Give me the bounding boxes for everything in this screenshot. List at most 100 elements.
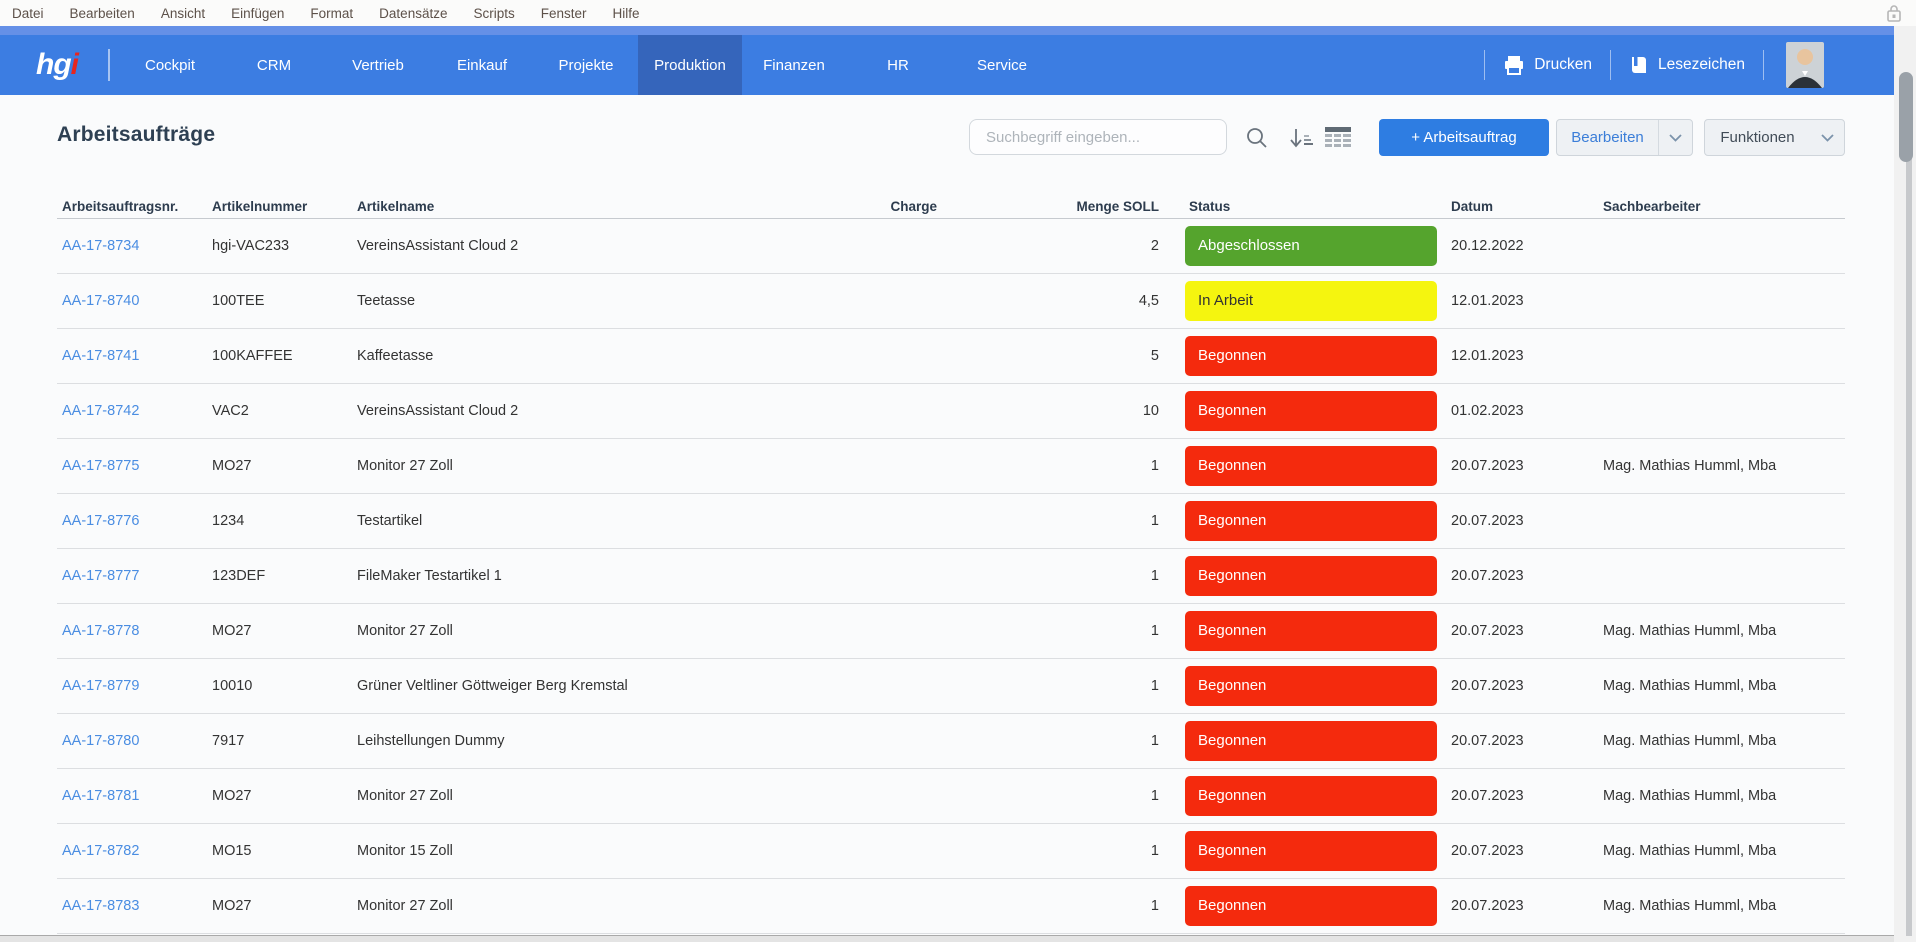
table-row[interactable]: AA-17-87807917Leihstellungen Dummy1Begon…	[57, 714, 1845, 769]
table-row[interactable]: AA-17-8742VAC2VereinsAssistant Cloud 210…	[57, 384, 1845, 439]
menu-item-fenster[interactable]: Fenster	[541, 6, 587, 21]
column-header-5[interactable]: Menge SOLL	[942, 199, 1164, 214]
order-number-link[interactable]: AA-17-8734	[62, 238, 139, 254]
status-badge[interactable]: Begonnen	[1185, 776, 1437, 816]
artikelname-cell: VereinsAssistant Cloud 2	[352, 238, 762, 254]
tab-crm[interactable]: CRM	[222, 35, 326, 95]
status-badge[interactable]: In Arbeit	[1185, 281, 1437, 321]
artikelnummer-cell: MO27	[207, 458, 352, 474]
table-row[interactable]: AA-17-8777123DEFFileMaker Testartikel 11…	[57, 549, 1845, 604]
order-number-link[interactable]: AA-17-8777	[62, 568, 139, 584]
order-number-link[interactable]: AA-17-8783	[62, 898, 139, 914]
datum-cell: 20.07.2023	[1444, 568, 1594, 584]
tab-produktion[interactable]: Produktion	[638, 35, 742, 95]
main-navbar: hgi CockpitCRMVertriebEinkaufProjektePro…	[0, 35, 1894, 95]
menge-soll-cell: 1	[942, 733, 1164, 749]
column-header-4[interactable]: Charge	[762, 199, 942, 214]
bookmark-icon	[1629, 55, 1649, 75]
table-row[interactable]: AA-17-8741100KAFFEEKaffeetasse5Begonnen1…	[57, 329, 1845, 384]
edit-dropdown-toggle[interactable]	[1658, 120, 1692, 155]
table-row[interactable]: AA-17-8783MO27Monitor 27 Zoll1Begonnen20…	[57, 879, 1845, 934]
tab-cockpit[interactable]: Cockpit	[118, 35, 222, 95]
lock-icon	[1886, 4, 1902, 22]
user-avatar[interactable]	[1786, 42, 1824, 88]
add-arbeitsauftrag-button[interactable]: + Arbeitsauftrag	[1379, 119, 1549, 156]
menu-item-ansicht[interactable]: Ansicht	[161, 6, 205, 21]
artikelname-cell: Monitor 27 Zoll	[352, 623, 762, 639]
column-header-3[interactable]: Artikelname	[352, 199, 762, 214]
order-number-link[interactable]: AA-17-8779	[62, 678, 139, 694]
status-badge[interactable]: Begonnen	[1185, 336, 1437, 376]
status-badge[interactable]: Begonnen	[1185, 611, 1437, 651]
order-number-link[interactable]: AA-17-8781	[62, 788, 139, 804]
tab-vertrieb[interactable]: Vertrieb	[326, 35, 430, 95]
status-badge[interactable]: Begonnen	[1185, 391, 1437, 431]
artikelnummer-cell: VAC2	[207, 403, 352, 419]
order-number-link[interactable]: AA-17-8778	[62, 623, 139, 639]
bookmark-button[interactable]: Lesezeichen	[1611, 55, 1763, 75]
search-input[interactable]	[969, 119, 1227, 155]
menu-item-scripts[interactable]: Scripts	[473, 6, 514, 21]
search-icon[interactable]	[1245, 126, 1269, 150]
order-number-cell: AA-17-8778	[57, 623, 207, 639]
order-number-link[interactable]: AA-17-8742	[62, 403, 139, 419]
status-badge[interactable]: Begonnen	[1185, 886, 1437, 926]
artikelname-cell: VereinsAssistant Cloud 2	[352, 403, 762, 419]
functions-button[interactable]: Funktionen	[1704, 119, 1845, 156]
tab-service[interactable]: Service	[950, 35, 1054, 95]
menu-item-einfügen[interactable]: Einfügen	[231, 6, 284, 21]
edit-button[interactable]: Bearbeiten	[1556, 119, 1693, 156]
status-badge[interactable]: Begonnen	[1185, 556, 1437, 596]
artikelnummer-cell: 7917	[207, 733, 352, 749]
status-cell: Begonnen	[1164, 886, 1444, 926]
tab-hr[interactable]: HR	[846, 35, 950, 95]
table-row[interactable]: AA-17-87761234Testartikel1Begonnen20.07.…	[57, 494, 1845, 549]
order-number-link[interactable]: AA-17-8741	[62, 348, 139, 364]
table-row[interactable]: AA-17-8781MO27Monitor 27 Zoll1Begonnen20…	[57, 769, 1845, 824]
scrollbar-track[interactable]	[1894, 26, 1916, 942]
status-badge[interactable]: Begonnen	[1185, 501, 1437, 541]
order-number-link[interactable]: AA-17-8780	[62, 733, 139, 749]
table-row[interactable]: AA-17-8775MO27Monitor 27 Zoll1Begonnen20…	[57, 439, 1845, 494]
sort-descending-icon[interactable]	[1288, 128, 1314, 150]
column-header-1[interactable]: Arbeitsauftragsnr.	[57, 199, 207, 214]
table-row[interactable]: AA-17-8778MO27Monitor 27 Zoll1Begonnen20…	[57, 604, 1845, 659]
tab-finanzen[interactable]: Finanzen	[742, 35, 846, 95]
status-badge[interactable]: Begonnen	[1185, 721, 1437, 761]
column-header-8[interactable]: Sachbearbeiter	[1594, 199, 1845, 214]
status-badge[interactable]: Begonnen	[1185, 446, 1437, 486]
table-view-icon[interactable]	[1325, 126, 1351, 148]
scrollbar-thumb[interactable]	[1899, 72, 1913, 162]
printer-icon	[1503, 55, 1525, 75]
sachbearbeiter-cell: Mag. Mathias Humml, Mba	[1594, 458, 1845, 474]
tab-einkauf[interactable]: Einkauf	[430, 35, 534, 95]
status-badge[interactable]: Begonnen	[1185, 666, 1437, 706]
status-badge[interactable]: Abgeschlossen	[1185, 226, 1437, 266]
menu-item-datei[interactable]: Datei	[12, 6, 44, 21]
tab-projekte[interactable]: Projekte	[534, 35, 638, 95]
menu-item-bearbeiten[interactable]: Bearbeiten	[70, 6, 135, 21]
status-badge[interactable]: Begonnen	[1185, 831, 1437, 871]
orders-table-body: AA-17-8734hgi-VAC233VereinsAssistant Clo…	[57, 219, 1845, 934]
menge-soll-cell: 1	[942, 788, 1164, 804]
table-row[interactable]: AA-17-8734hgi-VAC233VereinsAssistant Clo…	[57, 219, 1845, 274]
status-cell: In Arbeit	[1164, 281, 1444, 321]
order-number-link[interactable]: AA-17-8740	[62, 293, 139, 309]
datum-cell: 20.12.2022	[1444, 238, 1594, 254]
print-button[interactable]: Drucken	[1485, 55, 1610, 75]
table-row[interactable]: AA-17-8782MO15Monitor 15 Zoll1Begonnen20…	[57, 824, 1845, 879]
table-row[interactable]: AA-17-877910010Grüner Veltliner Göttweig…	[57, 659, 1845, 714]
datum-cell: 20.07.2023	[1444, 843, 1594, 859]
menge-soll-cell: 1	[942, 568, 1164, 584]
column-header-7[interactable]: Datum	[1444, 199, 1594, 214]
menu-item-format[interactable]: Format	[310, 6, 353, 21]
order-number-link[interactable]: AA-17-8782	[62, 843, 139, 859]
order-number-link[interactable]: AA-17-8776	[62, 513, 139, 529]
functions-dropdown-toggle[interactable]	[1810, 120, 1844, 155]
menu-item-datensätze[interactable]: Datensätze	[379, 6, 447, 21]
column-header-2[interactable]: Artikelnummer	[207, 199, 352, 214]
menu-item-hilfe[interactable]: Hilfe	[613, 6, 640, 21]
table-row[interactable]: AA-17-8740100TEETeetasse4,5In Arbeit12.0…	[57, 274, 1845, 329]
column-header-6[interactable]: Status	[1164, 199, 1444, 214]
order-number-link[interactable]: AA-17-8775	[62, 458, 139, 474]
